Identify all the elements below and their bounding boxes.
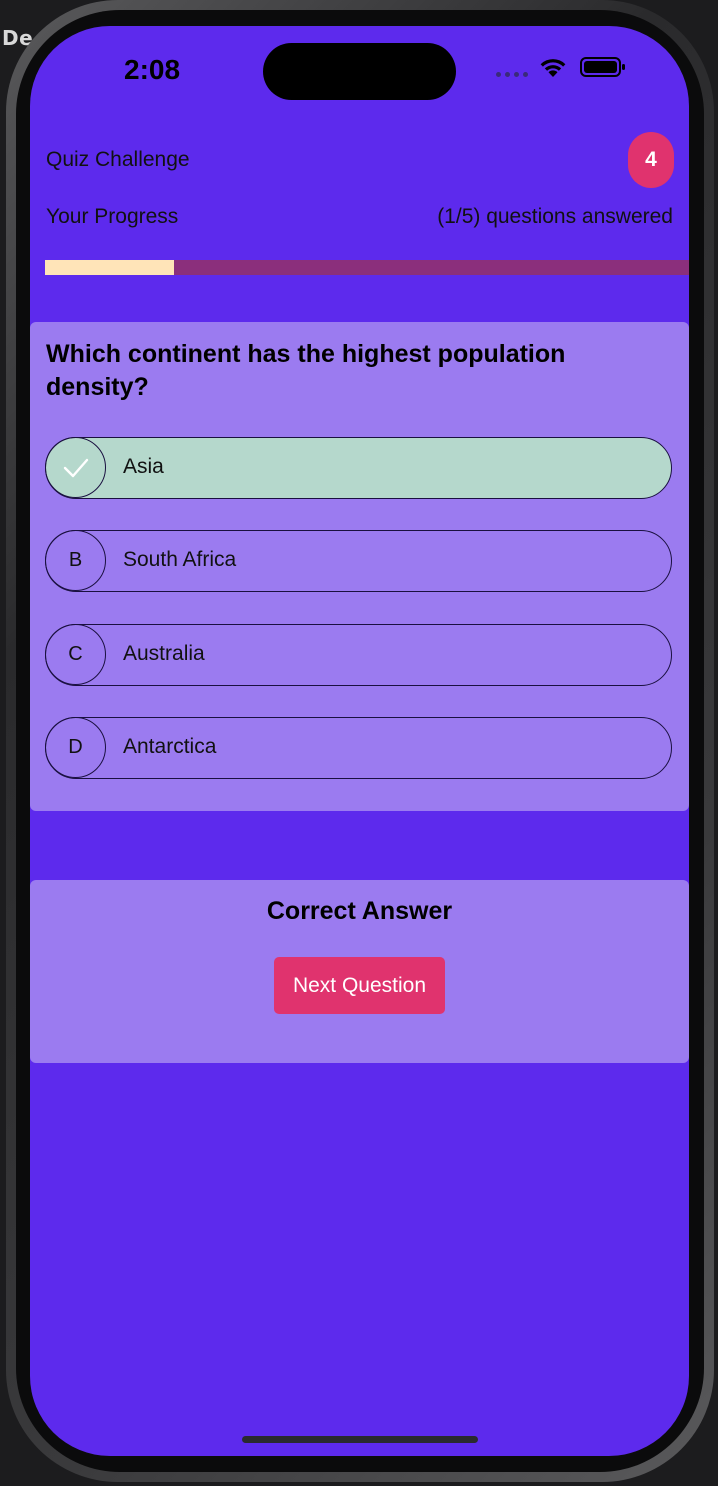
option-c-marker: C: [45, 624, 106, 685]
battery-icon: [580, 56, 626, 78]
option-label: Antarctica: [123, 735, 217, 758]
progress-count: (1/5) questions answered: [437, 205, 673, 228]
progress-label: Your Progress: [46, 205, 179, 228]
checkmark-icon: [63, 458, 88, 477]
progress-bar-fill: [45, 260, 174, 275]
result-card: Correct Answer Next Question: [30, 880, 689, 1063]
option-label: Asia: [123, 455, 164, 478]
status-icons: [496, 56, 626, 78]
progress-bar: [45, 260, 689, 275]
option-label: Australia: [123, 642, 205, 665]
option-d-marker: D: [45, 717, 106, 778]
home-indicator[interactable]: [242, 1436, 478, 1443]
result-title: Correct Answer: [266, 897, 453, 925]
cellular-signal-icon: [496, 71, 528, 77]
option-d[interactable]: D Antarctica: [45, 717, 672, 779]
question-card: Which continent has the highest populati…: [30, 322, 689, 811]
dynamic-island: [263, 43, 456, 100]
status-time: 2:08: [124, 54, 181, 85]
question-text: Which continent has the highest populati…: [46, 340, 566, 401]
option-a[interactable]: Asia: [45, 437, 672, 499]
option-c[interactable]: C Australia: [45, 624, 672, 686]
app-title: Quiz Challenge: [46, 148, 190, 171]
option-label: South Africa: [123, 548, 237, 571]
next-question-button[interactable]: Next Question: [274, 957, 445, 1014]
score-badge: 4: [628, 132, 674, 188]
wifi-icon: [538, 56, 568, 78]
app-screen: 2:08 Quiz Challenge 4 Your Progress (1/5…: [30, 26, 689, 1456]
option-b-marker: B: [45, 530, 106, 591]
option-a-marker: [45, 437, 106, 498]
option-b[interactable]: B South Africa: [45, 530, 672, 592]
